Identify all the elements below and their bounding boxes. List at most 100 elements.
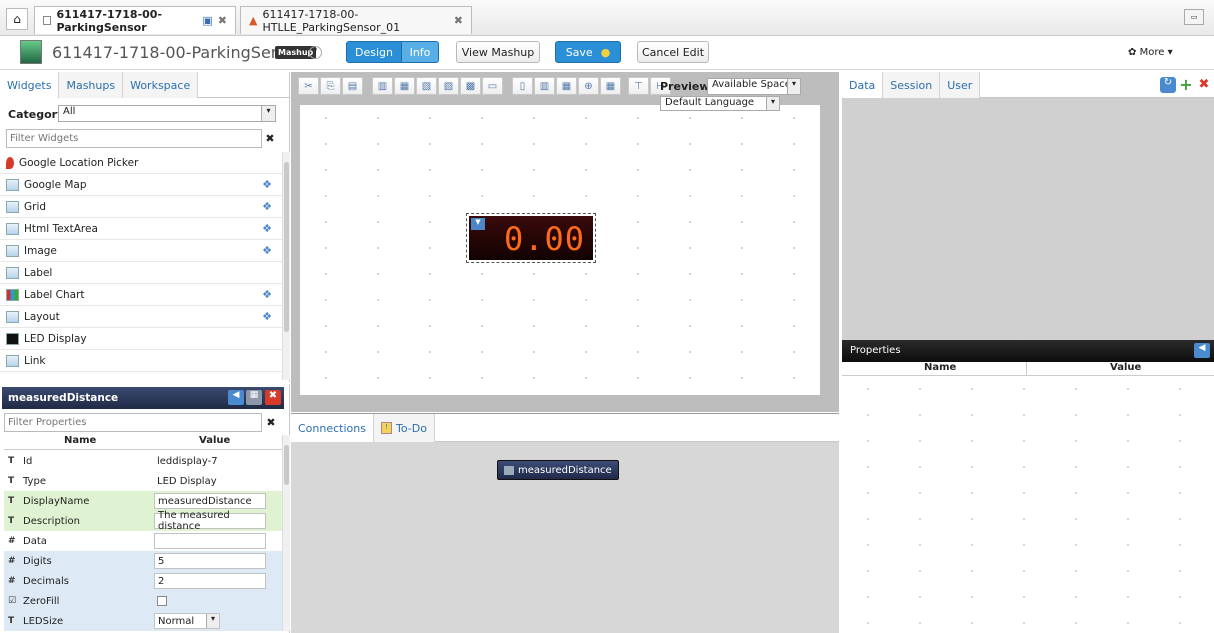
property-name: T DisplayName	[4, 496, 154, 507]
chevron-down-icon[interactable]: ▾	[206, 614, 219, 628]
distribute-v-icon[interactable]: ▥	[534, 77, 555, 95]
puzzle-icon: ❖	[262, 200, 272, 213]
property-value[interactable]	[154, 593, 266, 609]
widget-list-item[interactable]: Label	[0, 262, 282, 284]
paste-icon[interactable]: ▤	[342, 77, 363, 95]
property-name: # Decimals	[4, 576, 154, 587]
widget-list-item[interactable]: LED Display	[0, 328, 282, 350]
share-icon[interactable]: ◀	[228, 390, 244, 405]
delete-icon[interactable]: ✖	[265, 390, 281, 405]
browser-tab-active[interactable]: 611417-1718-00-ParkingSensor ▣ ✖	[34, 6, 236, 34]
tab-session[interactable]: Session	[883, 72, 941, 98]
same-height-icon[interactable]: ⊤	[628, 77, 649, 95]
browser-tab[interactable]: ▲ 611417-1718-00-HTLLE_ParkingSensor_01 …	[240, 6, 472, 34]
property-type-icon: T	[8, 516, 15, 526]
category-select[interactable]: All ▾	[58, 105, 276, 122]
widget-list-item[interactable]: Google Location Picker	[0, 152, 282, 174]
clear-filter-icon[interactable]: ✖	[263, 413, 279, 432]
home-icon[interactable]: ⌂	[6, 8, 28, 30]
align-bottom-icon[interactable]: ▭	[482, 77, 503, 95]
cut-icon[interactable]: ✂	[298, 77, 319, 95]
filter-properties-input[interactable]	[4, 413, 262, 432]
same-width-icon[interactable]: ▦	[556, 77, 577, 95]
property-value[interactable]: 5	[154, 553, 266, 569]
widget-menu-icon[interactable]: ▼	[471, 218, 485, 230]
add-icon[interactable]: +	[1178, 77, 1194, 93]
more-menu[interactable]: ✿ More ▾	[1128, 47, 1173, 58]
remove-icon[interactable]: ✖	[1196, 77, 1212, 93]
align-center-icon[interactable]: ▦	[394, 77, 415, 95]
align-top-icon[interactable]: ▨	[438, 77, 459, 95]
properties-scrollbar[interactable]	[282, 435, 290, 631]
align-right-icon[interactable]: ▧	[416, 77, 437, 95]
tab-todo[interactable]: ! To-Do	[373, 414, 435, 442]
property-name: T Description	[4, 516, 154, 527]
center-icon[interactable]: ⊕	[578, 77, 599, 95]
left-tabs: Widgets Mashups Workspace	[0, 72, 289, 98]
tab-data[interactable]: Data	[842, 72, 884, 98]
align-left-icon[interactable]: ▥	[372, 77, 393, 95]
refresh-icon[interactable]: ↻	[1160, 77, 1176, 93]
tab-connections[interactable]: Connections	[291, 414, 374, 442]
property-row: ☑ ZeroFill	[4, 591, 282, 611]
led-value: 0.00	[503, 220, 585, 258]
window-icon[interactable]: ▭	[1184, 9, 1204, 25]
info-button[interactable]: Info	[401, 41, 439, 63]
widget-list-scrollbar[interactable]	[282, 152, 290, 380]
led-display-widget[interactable]: ▼ 0.00	[466, 213, 596, 263]
copy-icon[interactable]: ▦	[246, 390, 262, 405]
close-tab-icon[interactable]: ✖	[454, 14, 463, 27]
widget-list-item[interactable]: Layout ❖	[0, 306, 282, 328]
tab-user[interactable]: User	[940, 72, 981, 98]
clear-filter-icon[interactable]: ✖	[262, 129, 278, 148]
led-display-screen: ▼ 0.00	[469, 216, 593, 260]
scroll-thumb[interactable]	[284, 162, 289, 332]
property-value[interactable]: 2	[154, 573, 266, 589]
properties-title: measuredDistance	[8, 392, 119, 404]
scroll-thumb[interactable]	[284, 445, 289, 485]
cancel-edit-button[interactable]: Cancel Edit	[637, 41, 709, 63]
property-name: T Id	[4, 456, 154, 467]
property-name-label: DisplayName	[23, 495, 90, 507]
property-value-label: measuredDistance	[158, 495, 252, 507]
save-button[interactable]: Save ●	[555, 41, 621, 63]
align-middle-icon[interactable]: ▩	[460, 77, 481, 95]
property-name-label: Description	[23, 515, 80, 527]
data-panel: Data Session User ↻ + ✖	[842, 72, 1214, 340]
filter-widgets-input[interactable]	[6, 129, 262, 148]
property-type-icon: T	[8, 476, 15, 486]
language-select[interactable]: Default Language ▾	[660, 96, 780, 111]
close-tab-icon[interactable]: ✖	[218, 14, 227, 27]
zerofill-checkbox[interactable]	[157, 596, 167, 606]
widget-label: LED Display	[24, 332, 87, 345]
view-mashup-button[interactable]: View Mashup	[456, 41, 540, 63]
property-value[interactable]	[154, 533, 266, 549]
tab-workspace[interactable]: Workspace	[123, 72, 199, 98]
info-circle-icon[interactable]: ?	[309, 46, 322, 59]
widget-list-item[interactable]: Html TextArea ❖	[0, 218, 282, 240]
right-properties-body	[842, 376, 1214, 631]
property-name: # Data	[4, 536, 154, 547]
preview-select[interactable]: Available Space ▾	[707, 78, 801, 95]
grid-icon[interactable]: ▦	[600, 77, 621, 95]
tab-mashups[interactable]: Mashups	[59, 72, 124, 98]
tab-widgets[interactable]: Widgets	[0, 72, 60, 98]
property-type-icon: #	[8, 556, 16, 566]
widget-label: Layout	[24, 310, 60, 323]
widget-list-item[interactable]: Image ❖	[0, 240, 282, 262]
widget-list-item[interactable]: Grid ❖	[0, 196, 282, 218]
more-label: More	[1139, 47, 1165, 58]
design-button[interactable]: Design	[346, 41, 402, 63]
connection-node[interactable]: measuredDistance	[497, 460, 619, 480]
property-value[interactable]: The measured distance	[154, 510, 266, 532]
widget-list-item[interactable]: Link	[0, 350, 282, 372]
browser-tab-label: 611417-1718-00-ParkingSensor	[56, 7, 163, 34]
share-icon[interactable]: ◀	[1194, 343, 1210, 358]
copy-icon[interactable]: ⎘	[320, 77, 341, 95]
property-value[interactable]: measuredDistance	[154, 493, 266, 509]
property-value[interactable]: Normal ▾	[154, 613, 220, 629]
widget-list-item[interactable]: Google Map ❖	[0, 174, 282, 196]
puzzle-icon: ❖	[262, 178, 272, 191]
distribute-h-icon[interactable]: ▯	[512, 77, 533, 95]
widget-list-item[interactable]: Label Chart ❖	[0, 284, 282, 306]
